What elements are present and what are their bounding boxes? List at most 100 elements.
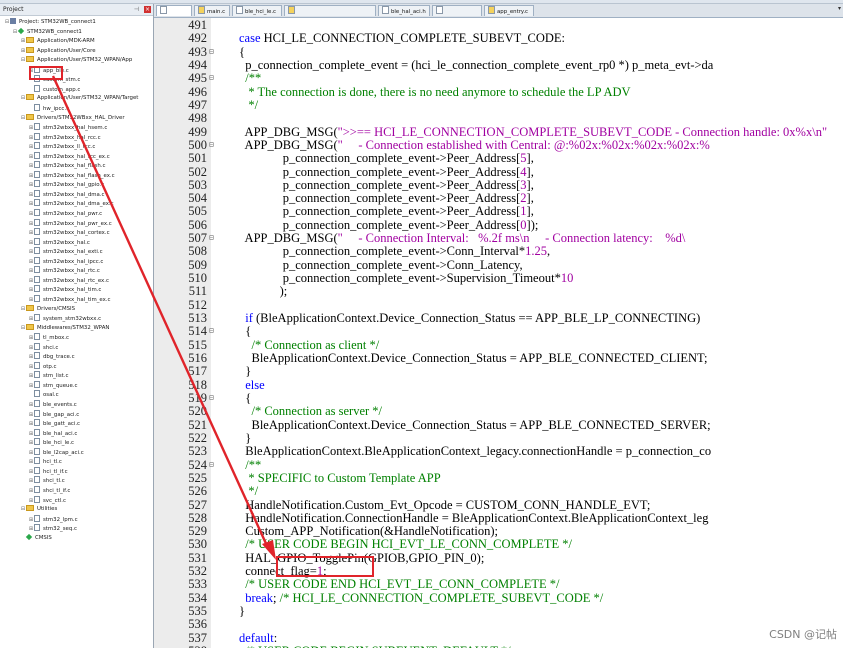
tree-item[interactable]: ⊟ Application/User/STM32_WPAN/Target <box>20 94 138 103</box>
tab-ble-hal-aci-c[interactable]: ble_hal_aci.c <box>432 5 482 26</box>
tab-dropdown-icon[interactable]: ▾ <box>838 5 841 12</box>
tab-main-c[interactable]: main.c <box>194 5 230 16</box>
tree-item-label: stm32_lpm.c <box>43 516 78 523</box>
tree-item[interactable]: ⊞ hci_tl_if.c <box>28 466 68 476</box>
tree-item-label: stm32wbxx_hal.c <box>43 239 90 246</box>
tree-item[interactable]: ⊞ ble_gap_aci.c <box>28 409 79 419</box>
tree-item[interactable]: ⊞ ble_gatt_aci.c <box>28 419 80 428</box>
tree-item[interactable]: ⊞ system_stm32wbxx.c <box>28 314 101 323</box>
tree-item[interactable]: ⊞ stm32wbxx_hal_dma_ex.c <box>28 199 114 208</box>
tree-item[interactable]: CMSIS <box>20 533 52 543</box>
code-token: p_connection_complete_event->Conn_Interv… <box>214 244 526 259</box>
tree-item[interactable]: ⊟ Middlewares/STM32_WPAN <box>20 323 110 333</box>
file-icon <box>288 6 295 14</box>
tree-item[interactable]: ⊞ stm32wbxx_hal_gpio.c <box>28 180 104 189</box>
tree-item-label: shci.c <box>43 344 59 351</box>
tree-item[interactable]: ⊞ shci.c <box>28 342 59 352</box>
tree-item[interactable]: ⊞ ble_hci_le.c <box>28 438 74 447</box>
tree-item[interactable]: ⊞ stm32wbxx_hal_rcc_ex.c <box>28 151 110 161</box>
tree-item[interactable]: ⊟ Drivers/STM32WBxx_HAL_Driver <box>20 113 125 123</box>
tree-item[interactable]: ⊞ stm32wbxx_hal_rtc.c <box>28 266 100 275</box>
file-icon <box>34 457 40 465</box>
tree-item[interactable]: ⊟ Utilities <box>20 505 57 514</box>
tree-item[interactable]: ⊞ Application/User/Core <box>20 46 96 56</box>
tree-item[interactable]: ⊟ Drivers/CMSIS <box>20 304 75 314</box>
tree-item[interactable]: ⊞ stm32wbxx_hal_rcc.c <box>28 132 101 142</box>
tree-item[interactable]: ⊞ stm32wbxx_hal_ipcc.c <box>28 256 103 266</box>
code-line[interactable]: BleApplicationContext.BleApplicationCont… <box>214 444 711 459</box>
tree-item[interactable]: custom_app.c <box>28 84 80 94</box>
tree-item[interactable]: ⊞ stm32wbxx_hal_flash.c <box>28 161 105 170</box>
code-token: p_connection_complete_event = (hci_le_co… <box>214 57 714 72</box>
tree-item[interactable]: ⊞ stm32wbxx_hal_rtc_ex.c <box>28 275 109 285</box>
file-icon <box>34 333 40 341</box>
tab-startup-stm32wb55xx-cm4-s[interactable]: startup_stm32wb55xx_cm4.s <box>284 5 376 26</box>
file-icon <box>160 6 167 14</box>
code-token: p_connection_complete_event->Peer_Addres… <box>214 164 521 179</box>
file-icon <box>34 285 40 293</box>
tree-item[interactable]: ⊞ stm32wbxx_hal_pwr_ex.c <box>28 218 112 228</box>
tree-item[interactable]: ⊞ ble_l2cap_aci.c <box>28 447 84 457</box>
file-icon <box>198 6 205 14</box>
file-icon <box>34 447 40 455</box>
expand-toggle-icon[interactable]: ⊟ <box>12 28 18 37</box>
code-line[interactable]: /* USER CODE BEGIN SUBEVENT_DEFAULT */ <box>214 644 510 648</box>
tree-item[interactable]: ⊞ stm32wbxx_hal_tim_ex.c <box>28 294 111 304</box>
file-icon <box>34 228 40 236</box>
tree-item[interactable]: hw_ipcc.c <box>28 103 69 113</box>
tree-item[interactable]: ⊞ stm32wbxx_hal_exti.c <box>28 247 103 256</box>
tree-item[interactable]: ⊞ svc_ctl.c <box>28 495 66 505</box>
pin-icon[interactable]: ⊣ <box>134 4 139 15</box>
tree-item[interactable]: ⊟ STM32WB_connect1 <box>12 27 82 37</box>
tree-item[interactable]: ⊞ tl_mbox.c <box>28 333 69 342</box>
tree-item[interactable]: ⊞ ble_hal_aci.c <box>28 428 77 438</box>
code-line[interactable]: BleApplicationContext.Device_Connection_… <box>214 351 708 366</box>
code-token: BleApplicationContext.Device_Connection_… <box>214 351 708 365</box>
tree-item[interactable]: ⊞ stm32wbxx_hal_flash_ex.c <box>28 170 115 180</box>
code-token: /* USER CODE END HCI_EVT_LE_CONN_COMPLET… <box>214 577 560 592</box>
tree-item[interactable]: ⊞ stm32wbxx_hal.c <box>28 237 90 247</box>
tree-item[interactable]: ⊞ shci_tl_if.c <box>28 485 70 495</box>
tree-item[interactable]: ⊟ Application/User/STM32_WPAN/App <box>20 56 132 65</box>
tree-item[interactable]: ⊞ Application/MDK-ARM <box>20 37 95 46</box>
tab-app-entry-c[interactable]: app_entry.c <box>484 5 534 16</box>
tree-item[interactable]: ⊞ ble_events.c <box>28 400 77 409</box>
tree-item[interactable]: ⊞ hci_tl.c <box>28 457 62 466</box>
tree-item[interactable]: ⊞ stm32wbxx_hal_cortex.c <box>28 228 110 237</box>
tree-item[interactable]: ⊞ stm32_seq.c <box>28 524 77 533</box>
code-line[interactable]: case HCI_LE_CONNECTION_COMPLETE_SUBEVT_C… <box>214 31 565 46</box>
tree-item[interactable]: ⊞ stm_list.c <box>28 371 68 380</box>
tree-item[interactable]: ⊞ dbg_trace.c <box>28 352 75 361</box>
code-token: BleApplicationContext.Device_Connection_… <box>214 417 711 432</box>
tree-item[interactable]: ⊞ stm_queue.c <box>28 380 77 390</box>
code-token: HandleNotification.ConnectionHandle = Bl… <box>214 510 709 525</box>
tree-item[interactable]: ⊞ stm32wbxx_hal_tim.c <box>28 285 101 294</box>
code-token: , <box>547 244 551 259</box>
tab-app-ble-c[interactable]: app_ble.c <box>156 5 192 26</box>
code-line[interactable]: p_connection_complete_event = (hci_le_co… <box>214 58 713 73</box>
close-icon[interactable]: × <box>144 6 151 13</box>
tab-ble-hal-aci-h[interactable]: ble_hal_aci.h <box>378 5 430 16</box>
code-line[interactable]: if (BleApplicationContext.Device_Connect… <box>214 311 700 326</box>
file-icon <box>436 6 443 14</box>
tree-item[interactable]: ⊞ stm32wbxx_hal_hsem.c <box>28 123 107 132</box>
tree-item[interactable]: ⊟ Project: STM32WB_connect1 <box>4 18 96 27</box>
code-line[interactable]: } <box>214 604 245 619</box>
tree-item[interactable]: ⊞ otp.c <box>28 361 57 371</box>
tree-item[interactable]: osal.c <box>28 390 59 399</box>
tree-item[interactable]: ⊞ stm32wbxx_hal_dma.c <box>28 189 105 199</box>
tab-ble-hci-le-c[interactable]: ble_hci_le.c <box>232 5 282 16</box>
code-line[interactable]: ); <box>214 284 288 299</box>
code-line[interactable]: BleApplicationContext.Device_Connection_… <box>214 418 711 433</box>
file-icon <box>34 275 40 283</box>
tree-item[interactable]: ⊞ stm32wbxx_hal_pwr.c <box>28 209 102 218</box>
tree-item-label: Middlewares/STM32_WPAN <box>37 324 110 331</box>
tree-item[interactable]: ⊞ shci_tl.c <box>28 476 65 485</box>
tree-item-label: stm32wbxx_hal_rtc.c <box>43 268 100 275</box>
code-line[interactable]: * The connection is done, there is no ne… <box>214 85 630 100</box>
tree-item[interactable]: ⊞ stm32_lpm.c <box>28 514 78 524</box>
tree-item[interactable]: ⊞ stm32wbxx_ll_rcc.c <box>28 142 95 151</box>
code-line[interactable]: break; /* HCI_LE_CONNECTION_COMPLETE_SUB… <box>214 591 603 606</box>
code-line[interactable]: */ <box>214 98 258 113</box>
code-editor[interactable]: 491 492 493 ⊟ 494 495 ⊟ 496 497 498 499 500 ⊟ 501 502 5… <box>154 18 843 648</box>
